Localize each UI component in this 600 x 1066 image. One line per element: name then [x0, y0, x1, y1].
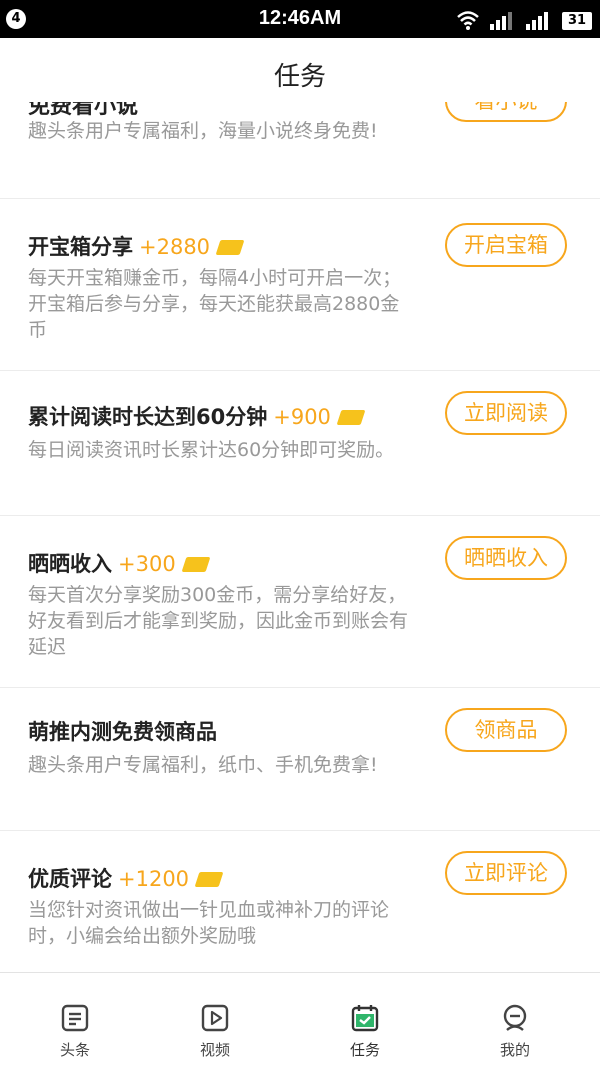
task-desc: 趣头条用户专属福利，海量小说终身免费! [28, 120, 378, 142]
video-play-icon [201, 1004, 229, 1032]
task-item: 晒晒收入 +300 晒晒收入 每天首次分享奖励300金币，需分享给好友，好友看到后… [0, 515, 600, 687]
task-reward: +1200 [118, 867, 190, 891]
signal-icon-2 [526, 12, 548, 30]
task-item: 优质评论 +1200 立即评论 当您针对资讯做出一针见血或神补刀的评论时，小编会给… [0, 830, 600, 972]
task-reward: +300 [118, 552, 176, 576]
battery-icon: 31 [562, 12, 592, 30]
task-title-line: 累计阅读时长达到60分钟 +900 [28, 401, 366, 431]
profile-icon [503, 1004, 527, 1031]
status-bar: 4 12:46AM 31 [0, 0, 600, 38]
task-desc: 趣头条用户专属福利，纸巾、手机免费拿! [28, 754, 378, 776]
wifi-icon [457, 11, 479, 30]
gold-coin-icon [215, 240, 245, 255]
task-title: 萌推内测免费领商品 [28, 720, 217, 744]
status-icons: 31 [456, 8, 592, 30]
header: 任务 [0, 38, 600, 102]
tab-label: 视频 [199, 1041, 230, 1059]
tab-label: 头条 [59, 1041, 90, 1059]
task-desc: 每天开宝箱赚金币，每隔4小时可开启一次；开宝箱后参与分享，每天还能获最高2880… [28, 267, 402, 341]
tab-tasks[interactable]: 任务 [290, 973, 440, 1066]
task-item: 萌推内测免费领商品 领商品 趣头条用户专属福利，纸巾、手机免费拿! [0, 687, 600, 830]
task-desc: 当您针对资讯做出一针见血或神补刀的评论时，小编会给出额外奖励哦 [28, 899, 390, 947]
page-title: 任务 [273, 62, 326, 92]
task-title: 优质评论 [28, 867, 112, 891]
task-desc: 每天首次分享奖励300金币，需分享给好友，好友看到后才能拿到奖励，因此金币到账会… [28, 584, 409, 658]
tab-profile[interactable]: 我的 [440, 973, 590, 1066]
task-desc: 每日阅读资讯时长累计达60分钟即可奖励。 [28, 439, 395, 461]
tab-news[interactable]: 头条 [0, 973, 150, 1066]
task-item: 累计阅读时长达到60分钟 +900 立即阅读 每日阅读资讯时长累计达60分钟即可奖… [0, 370, 600, 515]
get-product-button[interactable]: 领商品 [445, 708, 567, 752]
tab-label: 任务 [349, 1041, 380, 1059]
tab-video[interactable]: 视频 [140, 973, 290, 1066]
task-title: 累计阅读时长达到60分钟 [28, 405, 268, 429]
gold-coin-icon [194, 872, 224, 887]
task-title-line: 优质评论 +1200 [28, 863, 224, 893]
task-title: 开宝箱分享 [28, 235, 133, 259]
share-income-button[interactable]: 晒晒收入 [445, 536, 567, 580]
news-icon [61, 1004, 89, 1032]
task-reward: +2880 [139, 235, 211, 259]
comment-now-button[interactable]: 立即评论 [445, 851, 567, 895]
read-novel-button[interactable]: 看小说 [445, 102, 567, 122]
task-item-novel: 免费看小说 看小说 趣头条用户专属福利，海量小说终身免费! [0, 102, 600, 204]
task-title-line: 晒晒收入 +300 [28, 548, 211, 578]
task-title-line: 开宝箱分享 +2880 [28, 231, 245, 261]
open-treasure-button[interactable]: 开启宝箱 [445, 223, 567, 267]
read-now-button[interactable]: 立即阅读 [445, 391, 567, 435]
tab-label: 我的 [499, 1041, 530, 1059]
gold-coin-icon [181, 557, 211, 572]
task-title: 晒晒收入 [28, 552, 112, 576]
signal-icon [490, 12, 512, 30]
bottom-tab-bar: 头条 视频 任务 我的 [0, 972, 600, 1066]
task-list[interactable]: 免费看小说 看小说 趣头条用户专属福利，海量小说终身免费! 开宝箱分享+2880… [0, 102, 600, 972]
calendar-check-icon [351, 1005, 379, 1032]
task-item: 开宝箱分享 +2880 开启宝箱 每天开宝箱赚金币，每隔4小时可开启一次；开宝箱后… [0, 198, 600, 370]
task-title-line: 萌推内测免费领商品 [28, 716, 217, 746]
gold-coin-icon [336, 410, 366, 425]
task-reward: +900 [273, 405, 331, 429]
